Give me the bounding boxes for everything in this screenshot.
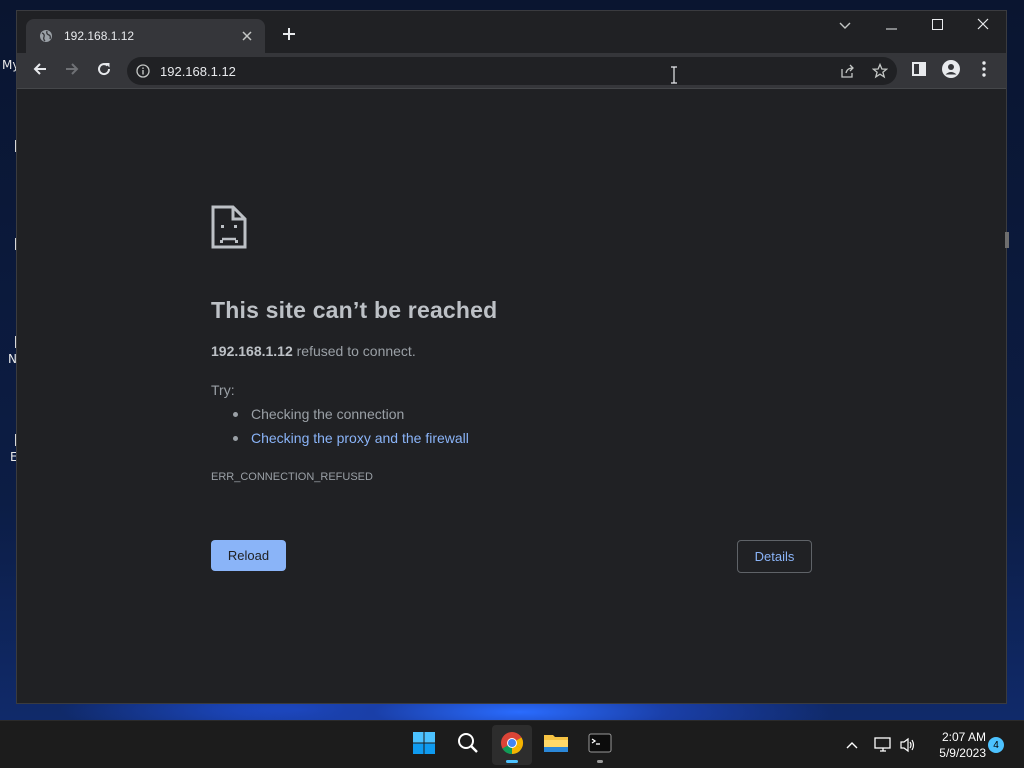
notification-badge[interactable]: 4: [988, 737, 1004, 753]
suggestion-check-connection: Checking the connection: [211, 406, 469, 430]
taskbar-app-chrome[interactable]: [492, 725, 532, 765]
globe-icon: [38, 28, 54, 44]
new-tab-button[interactable]: [277, 24, 301, 48]
taskbar-app-terminal[interactable]: [580, 725, 620, 765]
arrow-left-icon: [32, 61, 48, 82]
reload-icon: [96, 61, 112, 82]
clock-time: 2:07 AM: [941, 730, 986, 744]
side-panel-icon: [912, 61, 926, 81]
network-icon[interactable]: [873, 735, 893, 755]
suggestion-check-proxy-firewall-link[interactable]: Checking the proxy and the firewall: [211, 430, 469, 454]
menu-button[interactable]: [970, 57, 998, 85]
speaker-icon[interactable]: [898, 735, 918, 755]
reload-button[interactable]: Reload: [211, 540, 286, 571]
error-title: This site can’t be reached: [211, 297, 498, 323]
sad-document-icon: [211, 205, 247, 249]
address-bar[interactable]: 192.168.1.12: [127, 57, 897, 85]
plus-icon: [282, 27, 296, 46]
taskbar-clock[interactable]: 2:07 AM 5/9/2023: [926, 729, 986, 761]
minimize-button[interactable]: [868, 11, 914, 41]
tab-strip: 192.168.1.12: [17, 11, 1006, 53]
profile-button[interactable]: [937, 57, 965, 85]
star-icon[interactable]: [870, 61, 890, 81]
try-label: Try:: [211, 382, 235, 398]
suggestion-list: Checking the connection Checking the pro…: [211, 406, 469, 454]
info-icon[interactable]: [135, 63, 151, 79]
chevron-up-icon[interactable]: [842, 735, 862, 755]
maximize-button[interactable]: [914, 11, 960, 41]
arrow-right-icon: [64, 61, 80, 82]
url-text[interactable]: 192.168.1.12: [160, 64, 236, 79]
forward-button[interactable]: [58, 57, 86, 85]
taskbar: 2:07 AM 5/9/2023 4: [0, 720, 1024, 768]
tab-search-button[interactable]: [822, 11, 868, 41]
search-button[interactable]: [448, 725, 488, 765]
running-app-indicator: [597, 760, 603, 763]
profile-icon: [942, 59, 960, 83]
folder-icon: [543, 732, 569, 759]
search-icon: [457, 732, 479, 759]
close-icon: [977, 17, 989, 35]
taskbar-app-file-explorer[interactable]: [536, 725, 576, 765]
terminal-icon: [588, 733, 612, 758]
error-code: ERR_CONNECTION_REFUSED: [211, 471, 373, 483]
error-description: 192.168.1.12 refused to connect.: [211, 343, 416, 359]
clock-date: 5/9/2023: [939, 746, 986, 760]
close-icon[interactable]: [237, 26, 257, 46]
start-button[interactable]: [404, 725, 444, 765]
close-window-button[interactable]: [960, 11, 1006, 41]
browser-toolbar: 192.168.1.12: [17, 53, 1006, 89]
reload-button[interactable]: [90, 57, 118, 85]
chevron-down-icon: [839, 17, 851, 35]
error-host: 192.168.1.12: [211, 343, 293, 359]
text-cursor-icon: [670, 66, 678, 84]
details-button[interactable]: Details: [737, 540, 812, 573]
page-content: This site can’t be reached 192.168.1.12 …: [17, 90, 1009, 703]
minimize-icon: [885, 17, 897, 35]
maximize-icon: [931, 17, 943, 35]
browser-tab[interactable]: 192.168.1.12: [26, 19, 265, 53]
desktop-icon-label-fragment[interactable]: N: [8, 352, 17, 366]
kebab-menu-icon: [982, 60, 986, 82]
tab-title: 192.168.1.12: [64, 29, 135, 43]
scrollbar-thumb[interactable]: [1005, 232, 1009, 248]
error-description-text: refused to connect.: [292, 343, 416, 359]
chrome-icon: [500, 731, 524, 760]
browser-window: 192.168.1.12 192.168.1.12 This site can’…: [17, 11, 1009, 703]
side-panel-button[interactable]: [905, 57, 933, 85]
share-icon[interactable]: [838, 61, 858, 81]
back-button[interactable]: [26, 57, 54, 85]
active-app-indicator: [506, 760, 518, 763]
windows-logo-icon: [412, 731, 436, 760]
